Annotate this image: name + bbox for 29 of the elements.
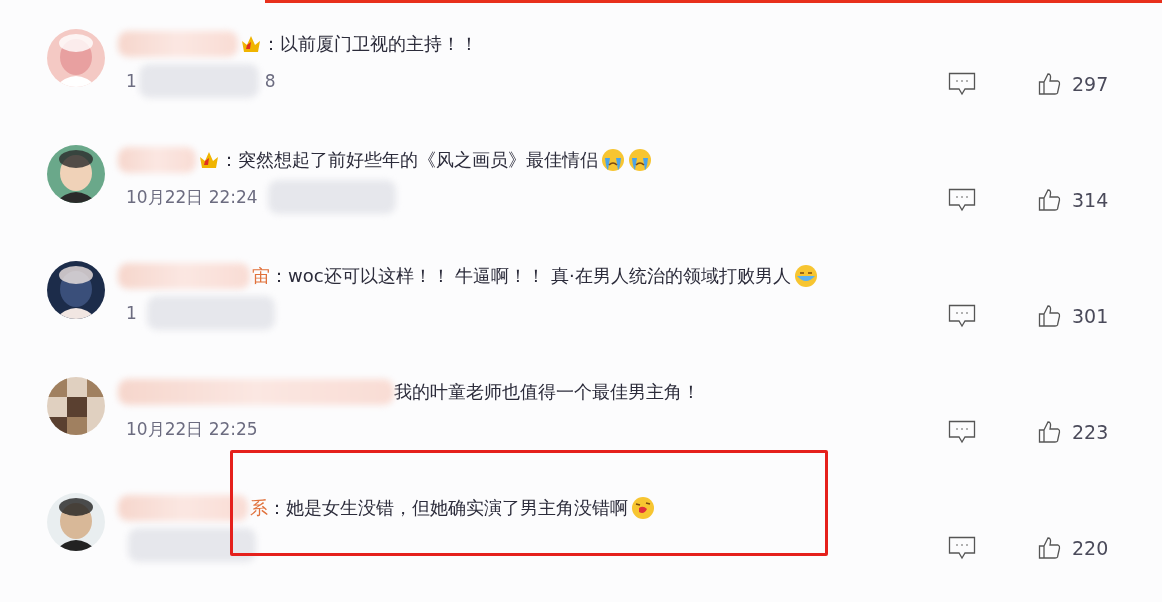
comment-text: 我的叶童老师也值得一个最佳男主角！ [394, 380, 700, 404]
tearful-emoji-icon [793, 264, 818, 288]
comment-icon[interactable] [948, 72, 976, 96]
crying-emoji-icon [628, 148, 652, 172]
comment-time: 10月22日 22:25 [126, 417, 258, 441]
comment-icon[interactable] [948, 188, 976, 212]
thumbs-up-icon [1038, 188, 1062, 212]
comment-text: ：woc还可以这样！！ 牛逼啊！！ 真·在男人统治的领域打败男人 [270, 264, 791, 288]
crying-emoji-icon [601, 148, 625, 172]
comment-time: 8 [264, 71, 276, 91]
thumbs-up-icon [1038, 420, 1062, 444]
like-button[interactable]: 301 [1038, 304, 1109, 328]
like-button[interactable]: 223 [1038, 420, 1109, 444]
comment-icon[interactable] [948, 536, 976, 560]
kiss-emoji-icon [631, 496, 655, 520]
comment-text: ：以前厦门卫视的主持！！ [262, 32, 478, 56]
thumbs-up-icon [1038, 304, 1062, 328]
comment-time: 1 [126, 71, 137, 91]
comment-icon[interactable] [948, 420, 976, 444]
like-button[interactable]: 297 [1038, 72, 1109, 96]
thumbs-up-icon [1038, 72, 1062, 96]
comment-text: ：她是女生没错，但她确实演了男主角没错啊 [268, 496, 628, 520]
thumbs-up-icon [1038, 536, 1062, 560]
comment-icon[interactable] [948, 304, 976, 328]
comment-text: ：突然想起了前好些年的《风之画员》最佳情侣 [220, 148, 598, 172]
like-button[interactable]: 220 [1038, 536, 1109, 560]
comment-time: 10月22日 22:24 [126, 185, 258, 209]
comment-time: 1 [126, 303, 137, 323]
like-button[interactable]: 314 [1038, 188, 1109, 212]
